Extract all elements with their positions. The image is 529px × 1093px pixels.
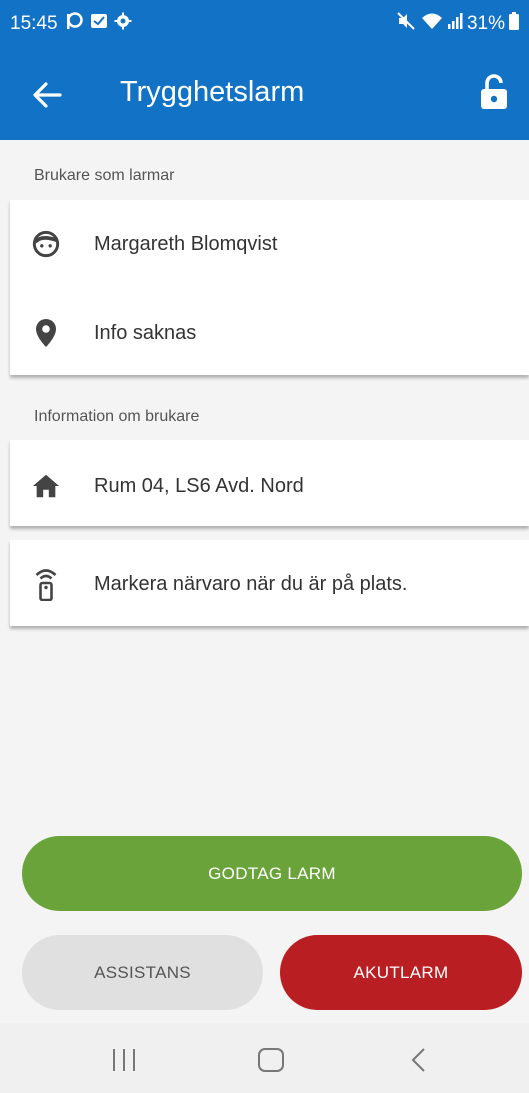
system-nav-bar xyxy=(0,1023,529,1093)
section-label-user-info: Information om brukare xyxy=(34,408,200,425)
user-info-card: Rum 04, LS6 Avd. Nord xyxy=(10,440,529,526)
presence-row[interactable]: Markera närvaro när du är på plats. xyxy=(10,554,529,614)
message-icon xyxy=(90,12,108,36)
app-bar: 15:45 31% Trygghetslarm xyxy=(0,0,529,140)
status-bar: 15:45 31% xyxy=(0,0,529,48)
recent-apps-icon[interactable] xyxy=(109,1045,139,1075)
user-location: Info saknas xyxy=(94,321,197,344)
user-name-row[interactable]: Margareth Blomqvist xyxy=(10,214,529,274)
home-icon xyxy=(32,472,60,500)
room-text: Rum 04, LS6 Avd. Nord xyxy=(94,474,304,497)
arrow-left-icon[interactable] xyxy=(30,78,64,112)
section-label-alarm-user: Brukare som larmar xyxy=(34,167,175,184)
toolbar: Trygghetslarm xyxy=(0,48,529,140)
status-time: 15:45 xyxy=(10,13,58,34)
wifi-icon xyxy=(421,12,443,36)
remote-signal-icon xyxy=(32,569,60,601)
p-icon xyxy=(64,11,84,37)
user-name: Margareth Blomqvist xyxy=(94,232,278,255)
presence-text: Markera närvaro när du är på plats. xyxy=(94,572,408,595)
assist-button[interactable]: ASSISTANS xyxy=(22,935,263,1010)
status-left: 15:45 xyxy=(10,11,132,37)
location-pin-icon xyxy=(32,319,60,347)
status-right: 31% xyxy=(397,12,519,36)
room-row[interactable]: Rum 04, LS6 Avd. Nord xyxy=(10,456,529,516)
home-icon[interactable] xyxy=(256,1045,286,1075)
lock-open-icon[interactable] xyxy=(478,72,510,112)
mute-icon xyxy=(397,12,417,36)
user-location-row[interactable]: Info saknas xyxy=(10,303,529,363)
battery-icon xyxy=(509,12,519,36)
signal-icon xyxy=(447,12,463,36)
back-icon[interactable] xyxy=(404,1045,434,1075)
battery-percent: 31% xyxy=(466,13,505,34)
page-title: Trygghetslarm xyxy=(120,76,305,108)
presence-card[interactable]: Markera närvaro när du är på plats. xyxy=(10,540,529,626)
accept-alarm-button[interactable]: GODTAG LARM xyxy=(22,836,522,911)
emergency-alarm-button[interactable]: AKUTLARM xyxy=(280,935,522,1010)
face-icon xyxy=(32,230,60,258)
alarm-user-card: Margareth Blomqvist Info saknas xyxy=(10,200,529,375)
settings-icon xyxy=(114,12,132,36)
